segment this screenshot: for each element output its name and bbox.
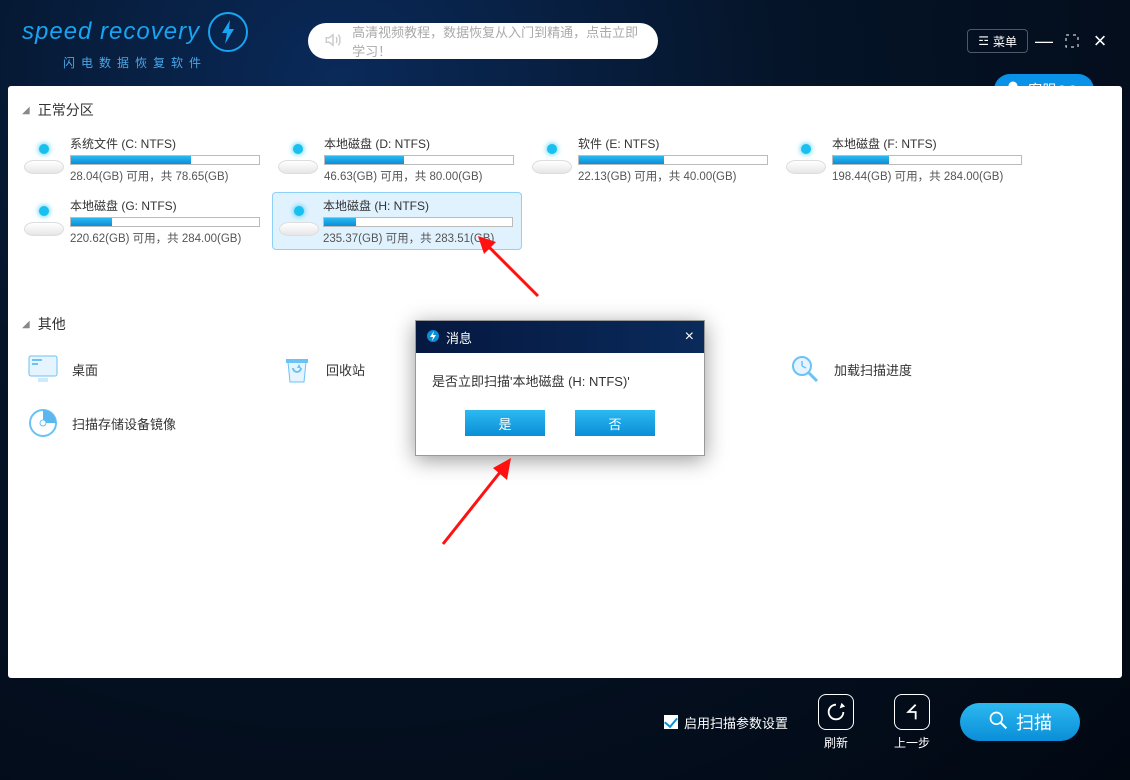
drive-item[interactable]: 本地磁盘 (D: NTFS) 46.63(GB) 可用，共 80.00(GB) — [272, 130, 522, 188]
logo-text: speed recovery — [22, 18, 200, 46]
checkbox-icon — [664, 715, 678, 729]
confirm-scan-dialog: 消息 × 是否立即扫描'本地磁盘 (H: NTFS)' 是 否 — [415, 320, 705, 456]
drive-stats: 198.44(GB) 可用，共 284.00(GB) — [832, 168, 1022, 184]
drive-stats: 46.63(GB) 可用，共 80.00(GB) — [324, 168, 514, 184]
usage-bar — [324, 155, 514, 165]
drive-name: 本地磁盘 (F: NTFS) — [832, 135, 1022, 152]
drive-item[interactable]: 系统文件 (C: NTFS) 28.04(GB) 可用，共 78.65(GB) — [18, 130, 268, 188]
desktop-icon — [28, 354, 58, 384]
maximize-button[interactable] — [1060, 29, 1084, 53]
drive-name: 软件 (E: NTFS) — [578, 135, 768, 152]
usage-bar — [70, 155, 260, 165]
back-label: 上一步 — [894, 734, 930, 751]
scan-image-item[interactable]: 扫描存储设备镜像 — [18, 398, 268, 448]
recycle-label: 回收站 — [326, 360, 365, 379]
disk-icon — [278, 144, 314, 174]
refresh-button[interactable]: 刷新 — [808, 694, 864, 751]
disk-icon — [786, 144, 822, 174]
drive-stats: 22.13(GB) 可用，共 40.00(GB) — [578, 168, 768, 184]
dialog-no-button[interactable]: 否 — [575, 410, 655, 436]
magnifier-clock-icon — [790, 354, 820, 384]
dialog-message: 是否立即扫描'本地磁盘 (H: NTFS)' — [416, 353, 704, 390]
logo-subtitle: 闪电数据恢复软件 — [63, 54, 207, 71]
disk-icon — [279, 206, 313, 236]
drive-stats: 220.62(GB) 可用，共 284.00(GB) — [70, 230, 260, 246]
tutorial-banner[interactable]: 高清视频教程，数据恢复从入门到精通，点击立即学习！ — [308, 23, 658, 59]
disk-icon — [532, 144, 568, 174]
usage-bar — [832, 155, 1022, 165]
arrow-annotation — [433, 454, 533, 557]
partitions-header[interactable]: ◢ 正常分区 — [22, 100, 1112, 120]
banner-text: 高清视频教程，数据恢复从入门到精通，点击立即学习！ — [352, 22, 642, 60]
dialog-titlebar[interactable]: 消息 × — [416, 321, 704, 353]
drive-name: 本地磁盘 (G: NTFS) — [70, 197, 260, 214]
load-progress-label: 加载扫描进度 — [834, 360, 912, 379]
dialog-yes-button[interactable]: 是 — [465, 410, 545, 436]
drive-name: 本地磁盘 (D: NTFS) — [324, 135, 514, 152]
recycle-icon — [282, 354, 312, 384]
desktop-item[interactable]: 桌面 — [18, 344, 268, 394]
close-button[interactable]: × — [1088, 29, 1112, 53]
usage-bar — [70, 217, 260, 227]
disk-icon — [24, 144, 60, 174]
drive-item[interactable]: 本地磁盘 (G: NTFS) 220.62(GB) 可用，共 284.00(GB… — [18, 192, 268, 250]
menu-icon: ☲ — [978, 34, 989, 48]
partitions-title: 正常分区 — [38, 100, 94, 120]
scan-button[interactable]: 扫描 — [960, 703, 1080, 741]
arrow-annotation — [478, 236, 548, 309]
other-title: 其他 — [38, 314, 66, 334]
dialog-icon — [426, 329, 440, 346]
enable-params-checkbox[interactable]: 启用扫描参数设置 — [664, 713, 788, 732]
collapse-icon: ◢ — [22, 105, 30, 116]
menu-label: 菜单 — [993, 33, 1017, 50]
load-progress-item[interactable]: 加载扫描进度 — [780, 344, 1030, 394]
usage-bar — [578, 155, 768, 165]
collapse-icon: ◢ — [22, 319, 30, 330]
disk-icon — [24, 206, 60, 236]
drive-item[interactable]: 软件 (E: NTFS) 22.13(GB) 可用，共 40.00(GB) — [526, 130, 776, 188]
dialog-title-text: 消息 — [446, 328, 472, 347]
menu-button[interactable]: ☲ 菜单 — [967, 29, 1028, 53]
disk-image-icon — [28, 408, 58, 438]
usage-bar — [323, 217, 513, 227]
scan-image-label: 扫描存储设备镜像 — [72, 414, 176, 433]
speaker-icon — [324, 31, 342, 52]
scan-label: 扫描 — [1016, 709, 1052, 735]
dialog-close-button[interactable]: × — [685, 328, 694, 346]
back-button[interactable]: 上一步 — [884, 694, 940, 751]
minimize-button[interactable]: — — [1032, 29, 1056, 53]
app-logo: speed recovery 闪电数据恢复软件 — [22, 12, 248, 71]
lightning-icon — [208, 12, 248, 52]
desktop-label: 桌面 — [72, 360, 98, 379]
drive-name: 本地磁盘 (H: NTFS) — [323, 197, 513, 214]
drive-stats: 28.04(GB) 可用，共 78.65(GB) — [70, 168, 260, 184]
drive-item[interactable]: 本地磁盘 (F: NTFS) 198.44(GB) 可用，共 284.00(GB… — [780, 130, 1030, 188]
enable-params-label: 启用扫描参数设置 — [684, 713, 788, 732]
refresh-label: 刷新 — [824, 734, 848, 751]
drive-name: 系统文件 (C: NTFS) — [70, 135, 260, 152]
search-icon — [988, 710, 1008, 735]
